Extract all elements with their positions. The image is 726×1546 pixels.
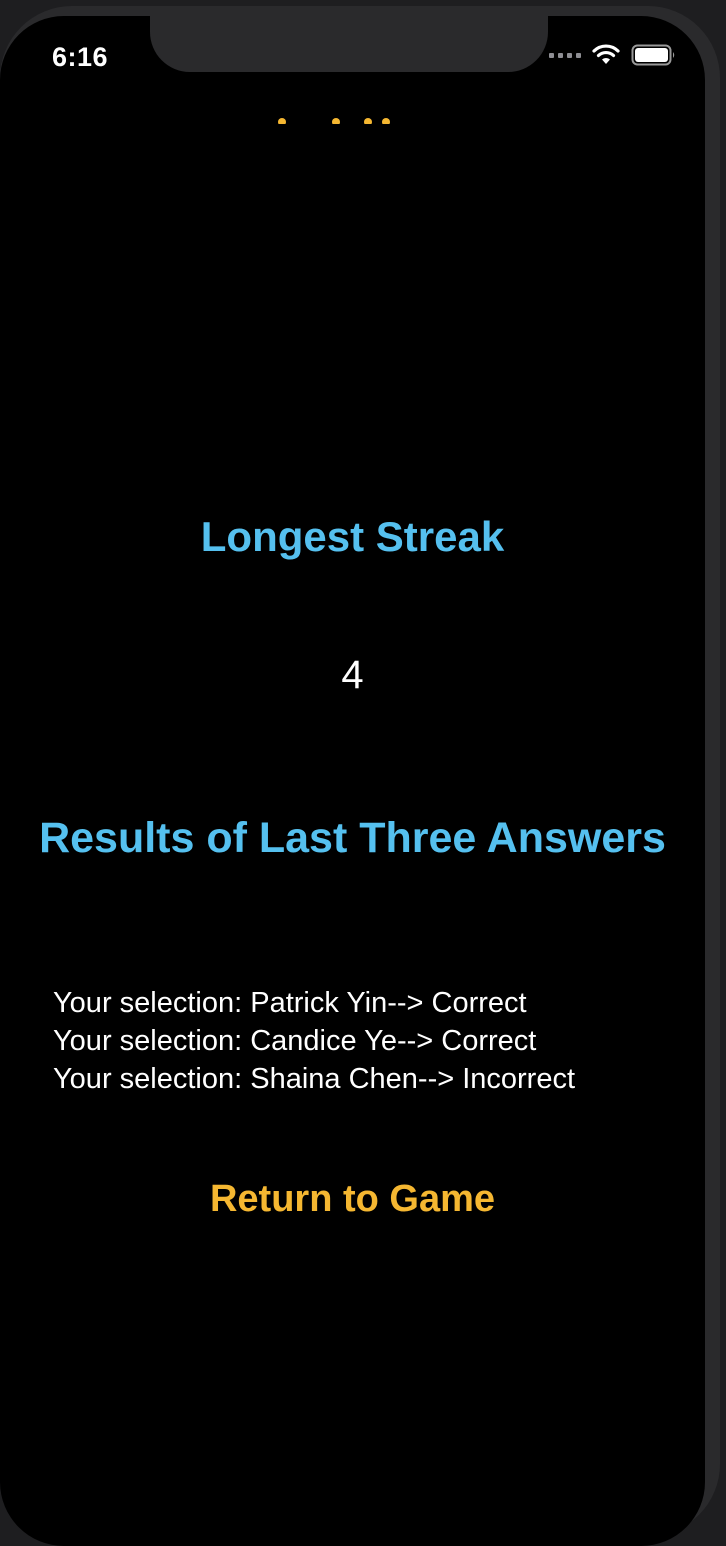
- longest-streak-heading: Longest Streak: [200, 513, 505, 560]
- results-list: Your selection: Patrick Yin--> Correct Y…: [53, 984, 575, 1098]
- results-heading: Results of Last Three Answers: [39, 814, 666, 862]
- longest-streak-value: 4: [341, 653, 364, 697]
- device-notch: [150, 16, 548, 72]
- wifi-icon: [592, 44, 620, 64]
- status-bar-icons: [549, 44, 677, 66]
- result-item: Your selection: Shaina Chen--> Incorrect: [53, 1063, 576, 1095]
- app-screen: 6:16 Longest Streak 4 Results of Last Th…: [0, 16, 705, 1546]
- result-item: Your selection: Patrick Yin--> Correct: [53, 987, 527, 1019]
- return-to-game-button[interactable]: Return to Game: [0, 1178, 705, 1221]
- status-bar-time: 6:16: [52, 42, 109, 72]
- nav-title-clipped: [260, 112, 420, 124]
- device-frame: 6:16 Longest Streak 4 Results of Last Th…: [0, 6, 720, 1546]
- result-item: Your selection: Candice Ye--> Correct: [53, 1025, 537, 1057]
- cellular-signal-icon: [549, 52, 581, 58]
- battery-icon: [631, 44, 675, 66]
